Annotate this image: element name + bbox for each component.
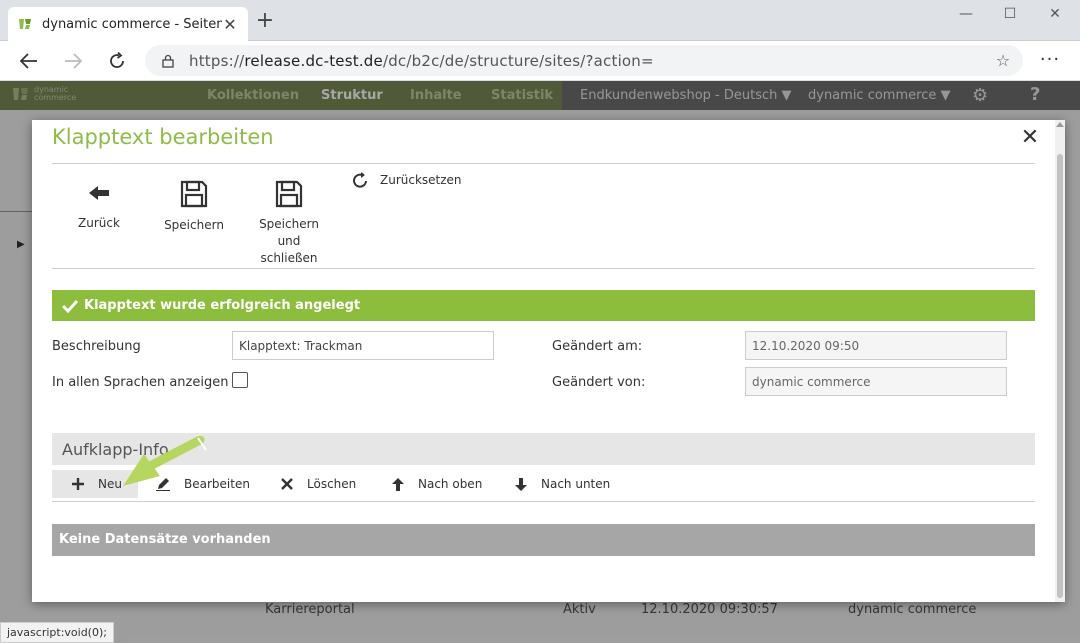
forward-arrow-icon[interactable] xyxy=(61,49,85,73)
move-down-button[interactable]: Nach unten xyxy=(515,470,610,498)
url-text: https://release.dc-test.de/dc/b2c/de/str… xyxy=(189,51,654,70)
dc-favicon-icon xyxy=(19,19,31,29)
changed-by-field xyxy=(745,367,1007,396)
tab-title: dynamic commerce - Seiten xyxy=(42,16,222,32)
scroll-up-icon[interactable] xyxy=(1056,122,1064,127)
tab-close-icon[interactable]: ✕ xyxy=(222,15,238,34)
reload-icon[interactable] xyxy=(105,49,129,73)
reset-button[interactable]: Zurücksetzen xyxy=(352,172,462,188)
all-languages-label: In allen Sprachen anzeigen xyxy=(52,375,229,390)
save-button[interactable]: Speichern xyxy=(162,180,226,232)
checkmark-icon xyxy=(62,299,78,313)
arrow-up-icon xyxy=(392,477,404,491)
maximize-icon[interactable]: ☐ xyxy=(1000,6,1020,26)
delete-button[interactable]: Löschen xyxy=(281,470,356,498)
edit-dialog: Klapptext bearbeiten ✕ Zurück Speichern … xyxy=(32,120,1065,602)
browser-tab-bar: dynamic commerce - Seiten ✕ + — ☐ ✕ xyxy=(0,0,1080,41)
actions-divider xyxy=(52,501,1035,502)
browser-toolbar: https://release.dc-test.de/dc/b2c/de/str… xyxy=(0,41,1080,81)
title-divider xyxy=(52,163,1035,164)
status-bar: javascript:void(0); xyxy=(0,622,114,643)
browser-tab[interactable]: dynamic commerce - Seiten ✕ xyxy=(8,7,248,41)
dialog-close-icon[interactable]: ✕ xyxy=(1020,127,1040,149)
x-icon xyxy=(281,478,293,490)
empty-state: Keine Datensätze vorhanden xyxy=(52,524,1035,556)
lock-icon xyxy=(162,54,174,68)
favorite-star-icon[interactable]: ☆ xyxy=(993,51,1013,71)
save-and-close-button[interactable]: Speichern und schließen xyxy=(246,180,332,267)
move-up-button[interactable]: Nach oben xyxy=(392,470,482,498)
pointer-arrow-icon xyxy=(123,436,207,486)
changed-at-field xyxy=(745,331,1007,360)
success-alert: Klapptext wurde erfolgreich angelegt xyxy=(52,290,1035,321)
back-button[interactable]: Zurück xyxy=(72,184,126,230)
floppy-disk-icon xyxy=(180,180,208,208)
window-close-icon[interactable]: ✕ xyxy=(1045,6,1065,26)
description-input[interactable] xyxy=(232,331,494,360)
redo-icon xyxy=(353,172,367,188)
changed-at-label: Geändert am: xyxy=(552,339,643,354)
plus-icon xyxy=(72,478,84,490)
dialog-scrollbar[interactable] xyxy=(1055,120,1065,602)
scroll-thumb[interactable] xyxy=(1057,154,1063,598)
address-bar[interactable]: https://release.dc-test.de/dc/b2c/de/str… xyxy=(145,45,1023,76)
all-languages-checkbox[interactable] xyxy=(232,372,248,388)
description-label: Beschreibung xyxy=(52,339,141,354)
arrow-down-icon xyxy=(515,477,527,491)
more-menu-icon[interactable]: ··· xyxy=(1038,49,1062,73)
floppy-disk-icon xyxy=(275,180,303,208)
changed-by-label: Geändert von: xyxy=(552,375,646,390)
minimize-icon[interactable]: — xyxy=(956,6,976,26)
new-tab-icon[interactable]: + xyxy=(255,10,275,34)
toolbar-divider xyxy=(52,268,1035,269)
dialog-title: Klapptext bearbeiten xyxy=(52,125,274,149)
arrow-left-icon xyxy=(89,186,109,200)
back-arrow-icon[interactable] xyxy=(17,49,41,73)
